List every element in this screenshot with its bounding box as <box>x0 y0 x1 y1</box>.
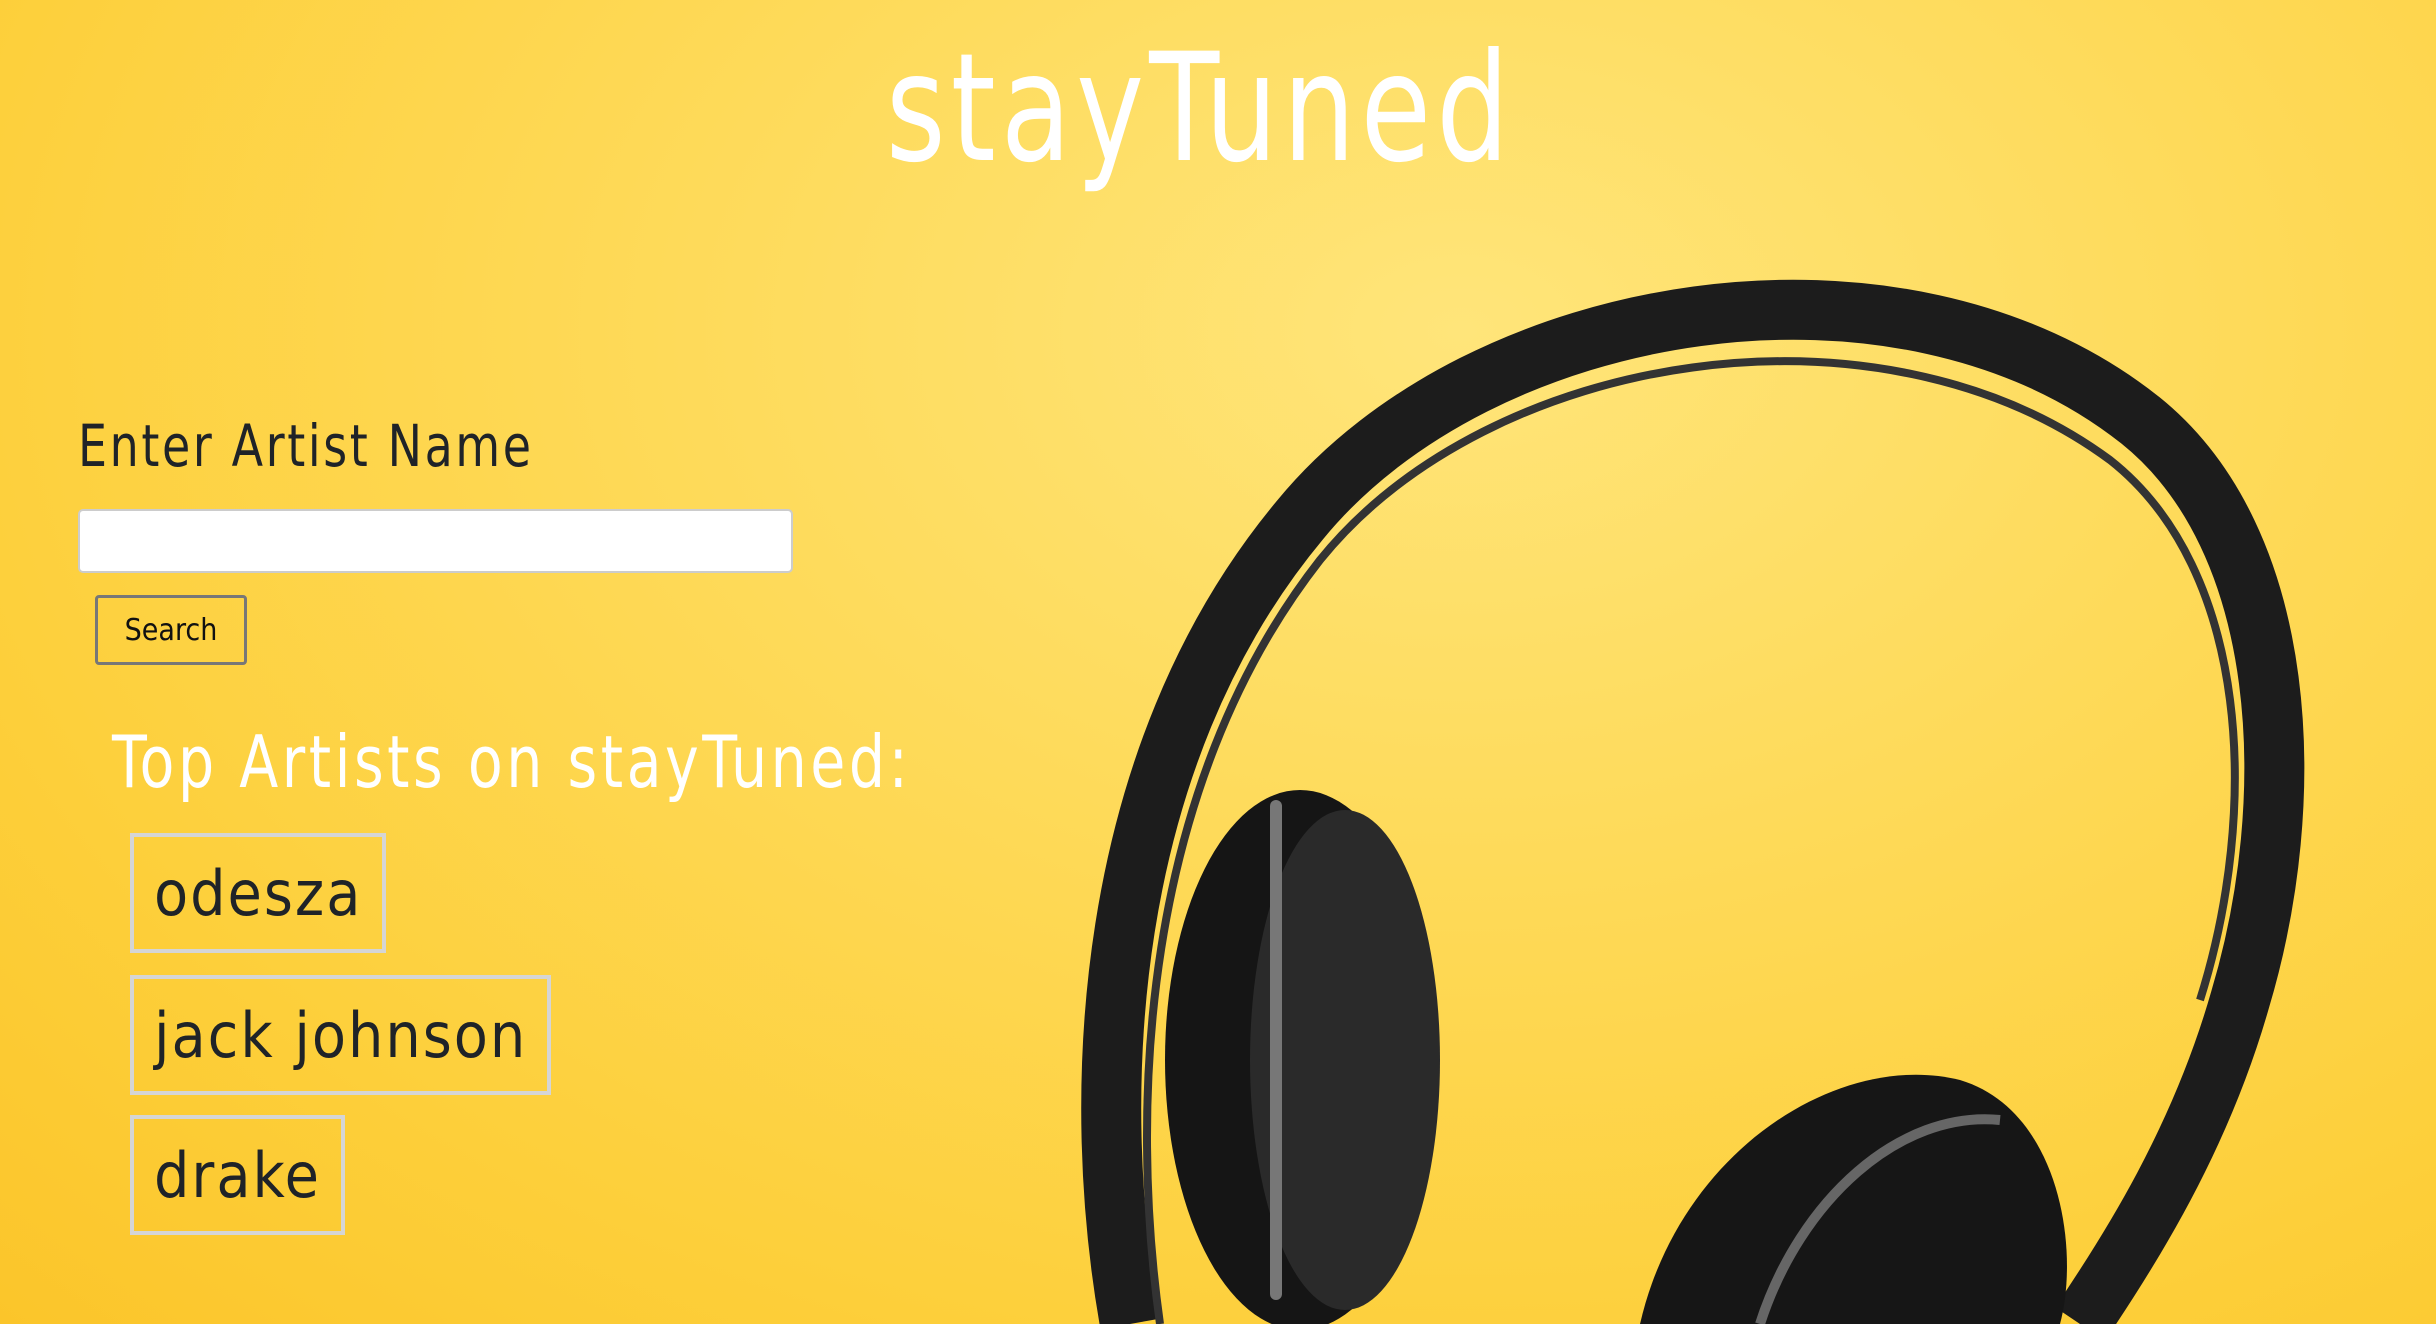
top-artists-heading: Top Artists on stayTuned: <box>112 720 912 804</box>
artist-name-label: Enter Artist Name <box>78 412 534 480</box>
search-button[interactable]: Search <box>95 595 247 665</box>
artist-item-drake[interactable]: drake <box>130 1115 345 1235</box>
headphones-background-image <box>1081 279 2305 1324</box>
artist-item-jack-johnson[interactable]: jack johnson <box>130 975 552 1095</box>
artist-item-odesza[interactable]: odesza <box>130 833 387 953</box>
app-title: stayTuned <box>885 22 1515 196</box>
artist-name-input[interactable] <box>78 509 793 573</box>
